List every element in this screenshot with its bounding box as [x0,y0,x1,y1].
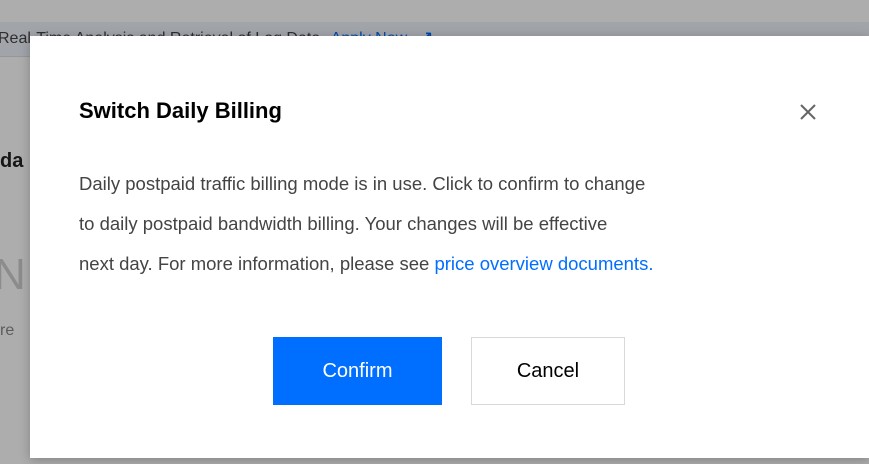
dialog-title: Switch Daily Billing [79,98,282,123]
close-button[interactable] [794,98,822,126]
message-line-1: Daily postpaid traffic billing mode is i… [79,173,646,194]
message-line-2: to daily postpaid bandwidth billing. You… [79,213,608,234]
confirm-button[interactable]: Confirm [273,337,442,405]
message-line-3: next day. For more information, please s… [79,244,839,284]
close-icon [800,104,816,120]
price-overview-link[interactable]: price overview documents. [434,253,653,274]
cancel-button[interactable]: Cancel [471,337,625,405]
message-line-3-text: next day. For more information, please s… [79,253,435,274]
switch-billing-dialog: Switch Daily Billing Daily postpaid traf… [30,36,869,458]
dialog-message: Daily postpaid traffic billing mode is i… [79,164,839,284]
